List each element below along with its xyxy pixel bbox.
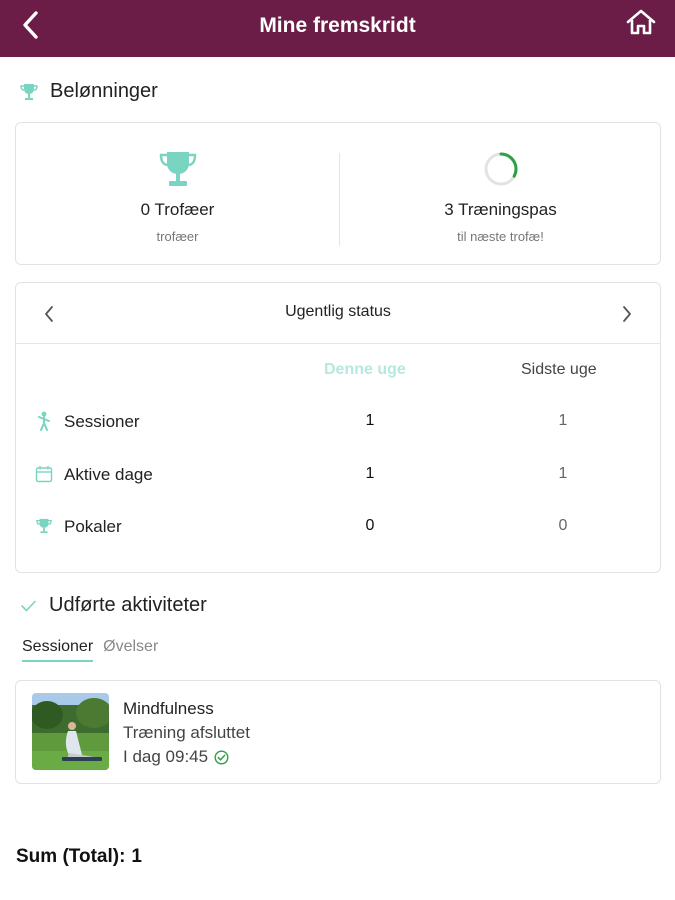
- sessions-remaining: 3 Træningspas: [444, 200, 557, 219]
- total-summary: Sum (Total): 1: [16, 846, 142, 868]
- activity-title: Mindfulness: [123, 699, 214, 718]
- trophy-icon: [36, 518, 52, 534]
- weekly-status-title: Ugentlig status: [285, 303, 391, 320]
- home-button[interactable]: [625, 6, 657, 38]
- check-circle-icon: [214, 749, 229, 765]
- rewards-section-title: Belønninger: [50, 80, 158, 102]
- trophies-caption: trofæer: [156, 229, 199, 244]
- stats-value-last-week: 1: [558, 412, 568, 429]
- column-header-last-week: Sidste uge: [521, 361, 597, 378]
- total-value: 1: [131, 846, 142, 867]
- person-icon: [38, 411, 50, 431]
- trophies-summary: 0 Trofæer trofæer: [16, 123, 339, 266]
- trophy-icon: [20, 83, 38, 100]
- activity-thumbnail: [32, 693, 109, 770]
- completed-section-title: Udførte aktiviteter: [49, 594, 207, 616]
- column-header-this-week: Denne uge: [324, 361, 406, 378]
- rewards-card: 0 Trofæer trofæer 3 Træningspas til næst…: [15, 122, 661, 265]
- weekly-status-header: Ugentlig status: [16, 283, 660, 344]
- sessions-remaining-caption: til næste trofæ!: [457, 229, 544, 244]
- stats-row-trophies: Pokaler 0 0: [16, 512, 660, 542]
- stats-value-this-week: 1: [365, 412, 375, 429]
- trophies-count: 0 Trofæer: [140, 200, 215, 219]
- chevron-right-icon: [623, 306, 631, 322]
- stats-row-label: Pokaler: [64, 517, 122, 536]
- weekly-status-card: Ugentlig status Denne uge Sidste uge Ses…: [15, 282, 661, 573]
- page-title: Mine fremskridt: [259, 14, 416, 37]
- rewards-section-header: Belønninger: [20, 80, 158, 103]
- activity-time-row: I dag 09:45: [123, 747, 229, 767]
- stats-row-label: Aktive dage: [64, 465, 153, 484]
- calendar-icon: [35, 466, 53, 483]
- stats-value-this-week: 1: [365, 465, 375, 482]
- completed-section-header: Udførte aktiviteter: [20, 594, 207, 617]
- stats-value-last-week: 0: [558, 517, 568, 534]
- activity-tabs: Sessioner Øvelser: [22, 638, 158, 662]
- stats-row-active-days: Aktive dage 1 1: [16, 460, 660, 490]
- tab-sessions[interactable]: Sessioner: [22, 638, 94, 662]
- top-app-bar: Mine fremskridt: [0, 0, 675, 57]
- stats-row-sessions: Sessioner 1 1: [16, 407, 660, 437]
- next-week-button[interactable]: [614, 301, 640, 327]
- activity-status: Træning afsluttet: [123, 723, 250, 742]
- stats-value-this-week: 0: [365, 517, 375, 534]
- total-label: Sum (Total):: [16, 846, 126, 867]
- progress-ring-icon: [484, 152, 517, 186]
- home-icon: [626, 9, 656, 35]
- tab-exercises[interactable]: Øvelser: [103, 638, 158, 662]
- stats-value-last-week: 1: [558, 465, 568, 482]
- stats-row-label: Sessioner: [64, 412, 140, 431]
- activity-list-item[interactable]: Mindfulness Træning afsluttet I dag 09:4…: [15, 680, 661, 784]
- trophy-icon: [159, 152, 196, 186]
- activity-time: I dag 09:45: [123, 747, 209, 766]
- sessions-to-next-trophy: 3 Træningspas til næste trofæ!: [339, 123, 662, 266]
- checkmark-icon: [21, 600, 36, 611]
